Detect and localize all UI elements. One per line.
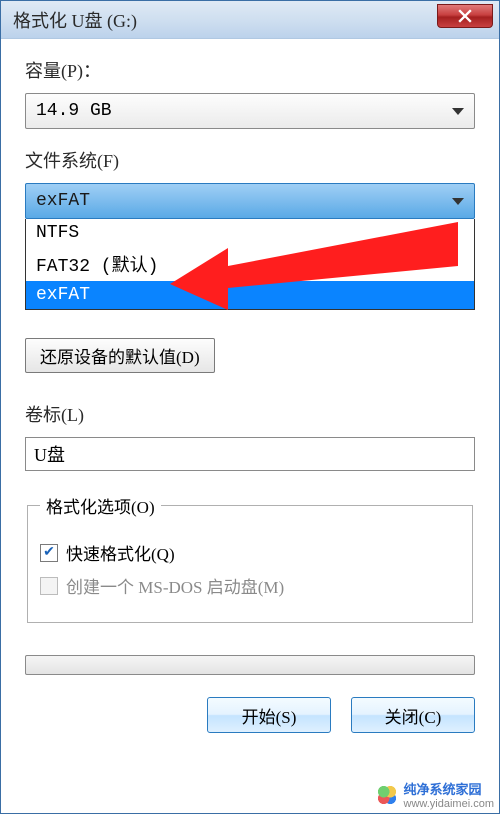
volume-input[interactable]	[25, 437, 475, 471]
filesystem-option-exfat[interactable]: exFAT	[26, 281, 474, 309]
checkbox-checked-icon: ✔	[40, 544, 58, 562]
volume-label: 卷标(L)	[25, 401, 475, 427]
filesystem-value: exFAT	[36, 191, 90, 211]
quick-format-label: 快速格式化(Q)	[66, 540, 175, 565]
progress-bar	[25, 655, 475, 675]
format-options-legend: 格式化选项(O)	[40, 493, 161, 518]
close-button[interactable]	[437, 4, 493, 28]
dialog-buttons: 开始(S) 关闭(C)	[25, 697, 475, 733]
capacity-dropdown[interactable]: 14.9 GB	[25, 93, 475, 129]
checkbox-unchecked-icon	[40, 577, 58, 595]
watermark-text: 纯净系统家园	[404, 779, 494, 798]
start-button[interactable]: 开始(S)	[207, 697, 331, 733]
watermark: 纯净系统家园 www.yidaimei.com	[376, 779, 494, 810]
quick-format-row[interactable]: ✔ 快速格式化(Q)	[40, 540, 460, 565]
dialog-body: 容量(P)： 14.9 GB 文件系统(F) exFAT NTFS FAT32 …	[1, 39, 499, 743]
capacity-label: 容量(P)：	[25, 57, 475, 83]
capacity-value: 14.9 GB	[36, 101, 112, 121]
close-dialog-button[interactable]: 关闭(C)	[351, 697, 475, 733]
titlebar: 格式化 U盘 (G:)	[1, 1, 499, 39]
filesystem-option-ntfs[interactable]: NTFS	[26, 219, 474, 247]
watermark-url: www.yidaimei.com	[404, 798, 494, 810]
chevron-down-icon	[452, 108, 464, 115]
msdos-boot-row: 创建一个 MS-DOS 启动盘(M)	[40, 573, 460, 598]
msdos-boot-label: 创建一个 MS-DOS 启动盘(M)	[66, 573, 284, 598]
window-title: 格式化 U盘 (G:)	[13, 7, 137, 33]
format-options-group: 格式化选项(O) ✔ 快速格式化(Q) 创建一个 MS-DOS 启动盘(M)	[27, 493, 473, 623]
restore-defaults-button[interactable]: 还原设备的默认值(D)	[25, 338, 215, 373]
filesystem-options-list: NTFS FAT32 (默认) exFAT	[25, 219, 475, 310]
watermark-logo-icon	[376, 784, 398, 806]
filesystem-option-fat32[interactable]: FAT32 (默认)	[26, 247, 474, 281]
filesystem-dropdown[interactable]: exFAT	[25, 183, 475, 219]
filesystem-label: 文件系统(F)	[25, 147, 475, 173]
close-icon	[458, 9, 472, 23]
chevron-down-icon	[452, 198, 464, 205]
format-dialog: 格式化 U盘 (G:) 容量(P)： 14.9 GB 文件系统(F) exFAT…	[0, 0, 500, 814]
